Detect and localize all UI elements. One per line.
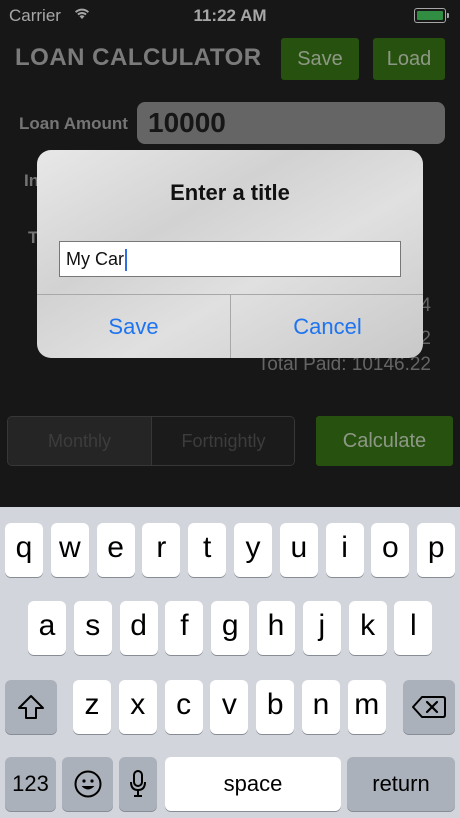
key-m[interactable]: m (347, 680, 386, 734)
key-d[interactable]: d (119, 601, 158, 655)
alert-cancel-button[interactable]: Cancel (231, 295, 423, 358)
key-l[interactable]: l (394, 601, 433, 655)
key-p[interactable]: p (417, 523, 456, 577)
title-input-value: My Car (66, 249, 124, 269)
shift-icon (18, 695, 44, 719)
key-v[interactable]: v (210, 680, 249, 734)
key-a[interactable]: a (28, 601, 66, 655)
emoji-icon (74, 770, 101, 798)
key-y[interactable]: y (234, 523, 272, 577)
key-k[interactable]: k (348, 601, 387, 655)
key-f[interactable]: f (165, 601, 204, 655)
key-n[interactable]: n (302, 680, 340, 734)
shift-key[interactable] (5, 680, 57, 734)
key-b[interactable]: b (256, 680, 295, 734)
emoji-key[interactable] (62, 757, 113, 811)
backspace-icon (412, 696, 446, 718)
key-o[interactable]: o (371, 523, 410, 577)
loan-calculator-screen: Carrier 11:22 AM LOAN CALCULATOR Save Lo… (0, 0, 460, 507)
key-h[interactable]: h (257, 601, 295, 655)
key-w[interactable]: w (50, 523, 89, 577)
key-j[interactable]: j (302, 601, 341, 655)
alert-save-button[interactable]: Save (37, 295, 230, 358)
delete-key[interactable] (403, 680, 455, 734)
key-t[interactable]: t (188, 523, 227, 577)
key-z[interactable]: z (73, 680, 111, 734)
key-g[interactable]: g (211, 601, 250, 655)
title-input[interactable]: My Car (59, 241, 401, 277)
key-i[interactable]: i (325, 523, 364, 577)
key-e[interactable]: e (96, 523, 135, 577)
numbers-key[interactable]: 123 (5, 757, 56, 811)
key-u[interactable]: u (279, 523, 318, 577)
key-r[interactable]: r (142, 523, 181, 577)
text-caret (125, 249, 127, 272)
space-key[interactable]: space (165, 757, 341, 811)
return-key[interactable]: return (347, 757, 455, 811)
key-c[interactable]: c (164, 680, 203, 734)
title-alert-dialog: Enter a title My Car Save Cancel (37, 150, 423, 358)
dictation-key[interactable] (119, 757, 157, 811)
alert-title: Enter a title (170, 180, 290, 205)
keyboard: qwertyuiop asdfghjkl zxcvbnm 123 space r… (0, 507, 460, 818)
microphone-icon (130, 770, 146, 797)
key-x[interactable]: x (118, 680, 157, 734)
key-s[interactable]: s (73, 601, 112, 655)
key-q[interactable]: q (5, 523, 43, 577)
